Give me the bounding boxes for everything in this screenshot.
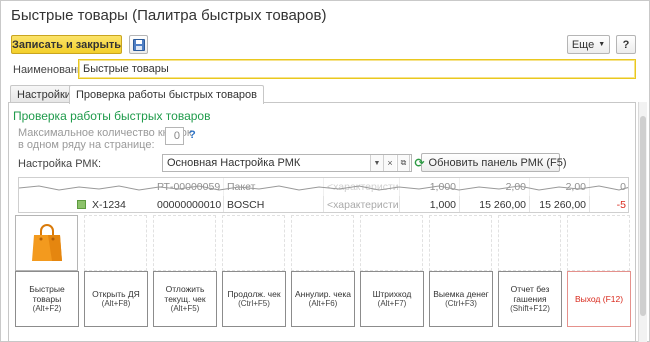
empty-slot: [84, 215, 147, 271]
button-label: Выход (F12): [574, 294, 624, 304]
save-button[interactable]: [129, 35, 148, 54]
discount-cell: -5: [590, 196, 628, 212]
characteristic-cell: <характеристики>: [324, 196, 400, 212]
empty-slot: [360, 215, 423, 271]
tab-check[interactable]: Проверка работы быстрых товаров: [69, 85, 265, 104]
empty-slot: [222, 215, 285, 271]
cash-withdrawal-button[interactable]: Выемка денег (Ctrl+F3): [429, 271, 493, 327]
refresh-icon: ⟳: [414, 155, 425, 170]
max-buttons-help-icon[interactable]: ?: [189, 129, 196, 141]
row-check-icon: [77, 200, 86, 209]
empty-slot: [567, 215, 630, 271]
max-buttons-input[interactable]: 0: [165, 127, 184, 145]
rmk-open-icon[interactable]: ⧉: [397, 155, 410, 171]
button-hotkey: (Alt+F8): [101, 299, 131, 308]
button-label: Отложить текущ. чек: [164, 284, 206, 304]
refresh-panel-button[interactable]: ⟳ Обновить панель РМК (F5): [414, 153, 567, 172]
section-title: Проверка работы быстрых товаров: [13, 109, 211, 123]
button-hotkey: (Alt+F5): [170, 304, 200, 313]
window-title: Быстрые товары (Палитра быстрых товаров): [11, 7, 327, 24]
sum-cell: 15 260,00: [530, 196, 590, 212]
torn-edge: [19, 185, 628, 191]
quick-goods-tile[interactable]: [15, 215, 78, 271]
scroll-thumb[interactable]: [640, 116, 646, 316]
shopping-bag-icon: [31, 224, 62, 261]
button-hotkey: (Ctrl+F5): [238, 299, 270, 308]
tab-settings[interactable]: Настройки: [10, 85, 78, 103]
button-hotkey: (Alt+F7): [377, 299, 407, 308]
barcode-button[interactable]: Штрихкод (Alt+F7): [360, 271, 424, 327]
check-table: РТ-00000059 Пакет <характеристики> 1,000…: [18, 177, 629, 213]
more-button[interactable]: Еще ▼: [567, 35, 610, 54]
rmk-select-value: Основная Настройка РМК: [167, 157, 301, 169]
save-and-close-button[interactable]: Записать и закрыть: [11, 35, 122, 54]
empty-slot: [498, 215, 561, 271]
refresh-panel-label: Обновить панель РМК (F5): [428, 156, 567, 169]
exit-button[interactable]: Выход (F12): [567, 271, 631, 327]
rmk-dropdown-icon[interactable]: ▼: [370, 155, 383, 171]
qty-cell: 1,000: [400, 196, 460, 212]
window: Быстрые товары (Палитра быстрых товаров)…: [0, 0, 650, 342]
price-cell: 15 260,00: [460, 196, 530, 212]
button-label: Отчет без гашения: [510, 284, 550, 304]
open-cash-drawer-button[interactable]: Открыть ДЯ (Alt+F8): [84, 271, 148, 327]
help-button[interactable]: ?: [616, 35, 636, 54]
rmk-label: Настройка РМК:: [18, 158, 102, 170]
barcode-cell: 00000000010: [154, 196, 224, 212]
button-label: Штрихкод: [372, 289, 412, 299]
quick-goods-button[interactable]: Быстрые товары (Alt+F2): [15, 271, 79, 327]
button-label: Выемка денег: [433, 289, 489, 299]
cancel-check-button[interactable]: Аннулир. чека (Alt+F6): [291, 271, 355, 327]
name-input[interactable]: Быстрые товары: [78, 59, 636, 79]
button-label: Быстрые товары: [29, 284, 65, 304]
postpone-check-button[interactable]: Отложить текущ. чек (Alt+F5): [153, 271, 217, 327]
x-report-button[interactable]: Отчет без гашения (Shift+F12): [498, 271, 562, 327]
continue-check-button[interactable]: Продолж. чек (Ctrl+F5): [222, 271, 286, 327]
article-cell: X-1234: [92, 199, 126, 211]
chevron-down-icon: ▼: [598, 41, 606, 48]
empty-slot: [291, 215, 354, 271]
name-cell: BOSCH: [224, 196, 324, 212]
button-hotkey: (Shift+F12): [510, 304, 550, 313]
button-label: Открыть ДЯ: [92, 289, 140, 299]
rmk-clear-icon[interactable]: ×: [383, 155, 396, 171]
button-label: Аннулир. чека: [294, 289, 352, 299]
quick-goods-row: [15, 215, 630, 271]
button-hotkey: (Alt+F6): [308, 299, 338, 308]
button-hotkey: (Alt+F2): [32, 304, 62, 313]
save-icon: [132, 38, 145, 51]
button-hotkey: (Ctrl+F3): [445, 299, 477, 308]
table-row[interactable]: X-1234 00000000010 BOSCH <характеристики…: [19, 196, 628, 212]
more-label: Еще: [571, 38, 595, 51]
max-buttons-label-2: в одном ряду на странице:: [18, 139, 155, 151]
button-label: Продолж. чек: [227, 289, 281, 299]
empty-slot: [153, 215, 216, 271]
empty-slot: [429, 215, 492, 271]
vertical-scrollbar[interactable]: [638, 102, 647, 342]
